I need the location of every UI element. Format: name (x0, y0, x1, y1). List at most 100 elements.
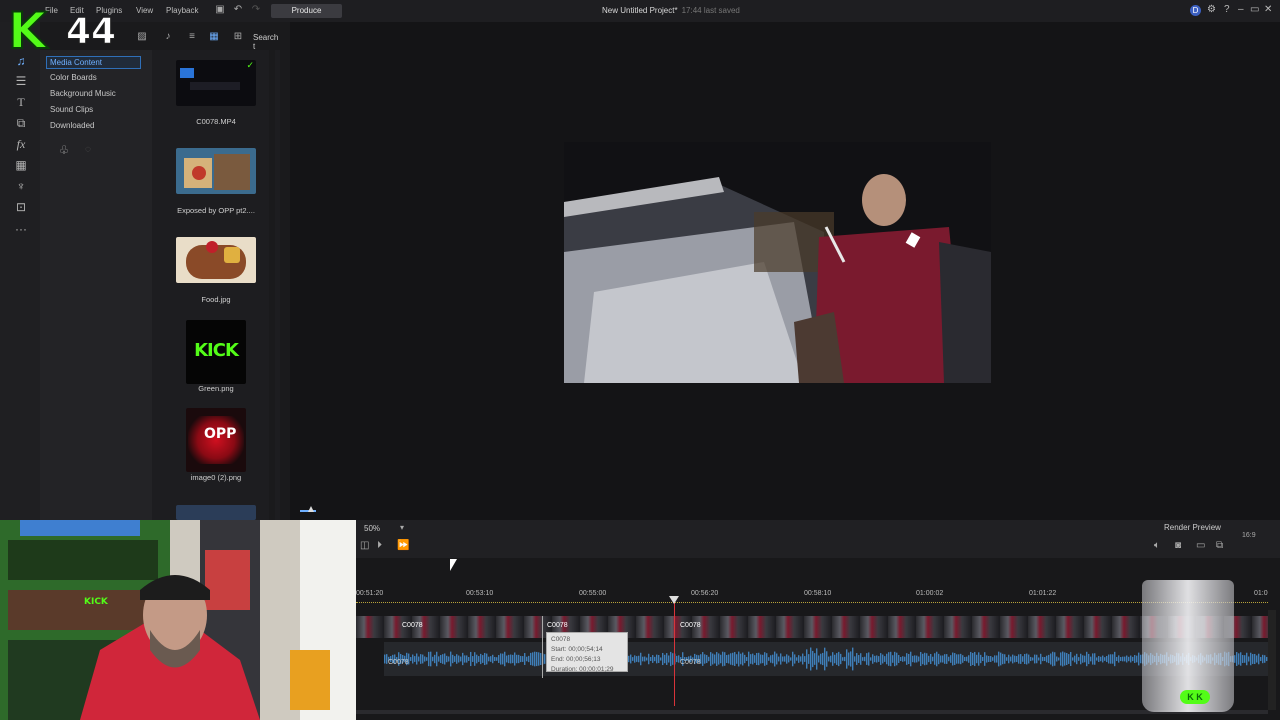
waveform-bar (1044, 656, 1046, 662)
waveform-bar (804, 656, 806, 662)
waveform-bar (1014, 655, 1016, 663)
waveform-bar (666, 653, 668, 665)
timeline-hscrollbar[interactable] (356, 710, 1268, 714)
account-icon[interactable]: D (1190, 5, 1201, 16)
waveform-bar (1050, 653, 1052, 665)
waveform-bar (876, 655, 878, 663)
search-field[interactable]: Search t (253, 33, 280, 51)
preview-seek-slider[interactable] (300, 506, 320, 516)
waveform-bar (784, 656, 786, 662)
playhead-handle[interactable] (669, 596, 679, 604)
category-sound-clips[interactable]: Sound Clips (50, 105, 93, 114)
waveform-bar (1022, 656, 1024, 662)
particle-room-icon[interactable]: ▦ (14, 158, 28, 172)
list-view-icon[interactable]: ≡ (186, 31, 198, 43)
waveform-bar (1256, 655, 1258, 663)
category-background-music[interactable]: Background Music (50, 89, 116, 98)
waveform-bar (642, 656, 644, 662)
snapshot-icon[interactable]: ◙ (1175, 540, 1181, 551)
close-icon[interactable]: ✕ (1264, 4, 1272, 15)
waveform-bar (906, 653, 908, 665)
transition-room-icon[interactable]: ♆ (14, 179, 28, 193)
waveform-bar (902, 656, 904, 662)
media-thumb-image0[interactable]: OPP (186, 408, 246, 472)
next-frame-icon[interactable]: ⏵ (377, 540, 382, 551)
clip-label: C0078 (402, 622, 423, 629)
stop-icon[interactable]: ◫ (360, 540, 369, 551)
timeline-ruler[interactable] (356, 602, 1268, 607)
waveform-bar (442, 654, 444, 664)
waveform-bar (794, 654, 796, 664)
menu-view[interactable]: View (136, 6, 153, 15)
volume-icon[interactable]: 🔈︎ (1154, 540, 1160, 551)
media-thumb-green[interactable]: KICK (186, 320, 246, 384)
undock-icon[interactable]: ⧉ (1216, 540, 1223, 551)
video-preview-frame[interactable] (564, 142, 991, 383)
menu-bar: File Edit Plugins View Playback ▣ ↶ ↷ Pr… (0, 0, 1280, 22)
audio-filter-icon[interactable]: ♪ (162, 31, 174, 43)
minimize-icon[interactable]: – (1238, 4, 1244, 15)
waveform-bar (1002, 653, 1004, 665)
settings-gear-icon[interactable]: ⚙ (1207, 4, 1216, 15)
glass-overlay: K K (1142, 580, 1234, 712)
webcam-image: KICK (0, 520, 356, 720)
waveform-bar (426, 657, 428, 661)
waveform-bar (718, 653, 720, 665)
video-frame-image (564, 142, 991, 383)
undo-icon[interactable]: ↶ (232, 4, 244, 16)
waveform-bar (790, 657, 792, 661)
pip-room-icon[interactable]: ⧉ (14, 116, 28, 130)
render-preview-button[interactable]: Render Preview (1164, 523, 1221, 532)
fx-room-icon[interactable]: fx (14, 137, 28, 151)
media-thumb-exposed[interactable] (176, 148, 256, 194)
category-color-boards[interactable]: Color Boards (50, 73, 97, 82)
restore-icon[interactable]: ▭ (1250, 4, 1259, 15)
title-room-icon[interactable]: T (14, 95, 28, 109)
aspect-ratio-select[interactable]: 16:9 (1242, 532, 1256, 539)
media-thumb-partial[interactable] (176, 505, 256, 520)
menu-playback[interactable]: Playback (166, 6, 198, 15)
help-icon[interactable]: ? (1224, 4, 1230, 15)
media-label: Food.jpg (201, 295, 231, 304)
fast-forward-icon[interactable]: ⏩ (397, 540, 409, 551)
zoom-select[interactable]: 50% (364, 524, 380, 533)
more-icon[interactable]: ··· (14, 222, 28, 236)
subtitle-room-icon[interactable]: ⊡ (14, 200, 28, 214)
ruler-label: 00:55:00 (579, 590, 607, 597)
waveform-bar (954, 653, 956, 665)
add-tag-icon[interactable]: ♧ (58, 144, 70, 156)
image-filter-icon[interactable]: ▨ (136, 31, 148, 43)
media-thumb-c0078[interactable]: ✓ (176, 60, 256, 106)
waveform-bar (904, 656, 906, 662)
waveform-bar (1026, 653, 1028, 665)
produce-button[interactable]: Produce (271, 4, 342, 18)
chevron-down-icon[interactable]: ▾ (400, 523, 404, 532)
waveform-bar (928, 655, 930, 663)
waveform-bar (772, 654, 774, 664)
audio-track[interactable] (384, 642, 1268, 676)
timeline-scrollbar[interactable] (1268, 610, 1276, 710)
waveform-bar (810, 647, 812, 671)
waveform-bar (468, 657, 470, 661)
grid-view-icon[interactable]: ▦ (208, 31, 220, 43)
display-icon[interactable]: ▭ (1196, 540, 1205, 551)
waveform-bar (868, 652, 870, 666)
redo-icon[interactable]: ↷ (250, 4, 262, 16)
waveform-bar (1106, 655, 1108, 663)
category-media-content[interactable]: Media Content (46, 56, 141, 69)
waveform-bar (644, 656, 646, 662)
library-scrollbar[interactable] (269, 50, 391, 520)
save-icon[interactable]: ▣ (214, 4, 226, 16)
media-thumb-food[interactable] (176, 237, 256, 283)
large-grid-icon[interactable]: ⊞ (232, 31, 244, 43)
waveform-bar (524, 653, 526, 665)
waveform-bar (654, 656, 656, 662)
waveform-bar (1060, 652, 1062, 666)
waveform-bar (856, 653, 858, 665)
effects-room-icon[interactable]: ☰ (14, 74, 28, 88)
video-track[interactable] (356, 616, 1268, 638)
category-downloaded[interactable]: Downloaded (50, 121, 94, 130)
waveform-bar (746, 657, 748, 661)
remove-tag-icon[interactable]: ◌ (82, 144, 94, 156)
playhead[interactable] (674, 598, 675, 706)
